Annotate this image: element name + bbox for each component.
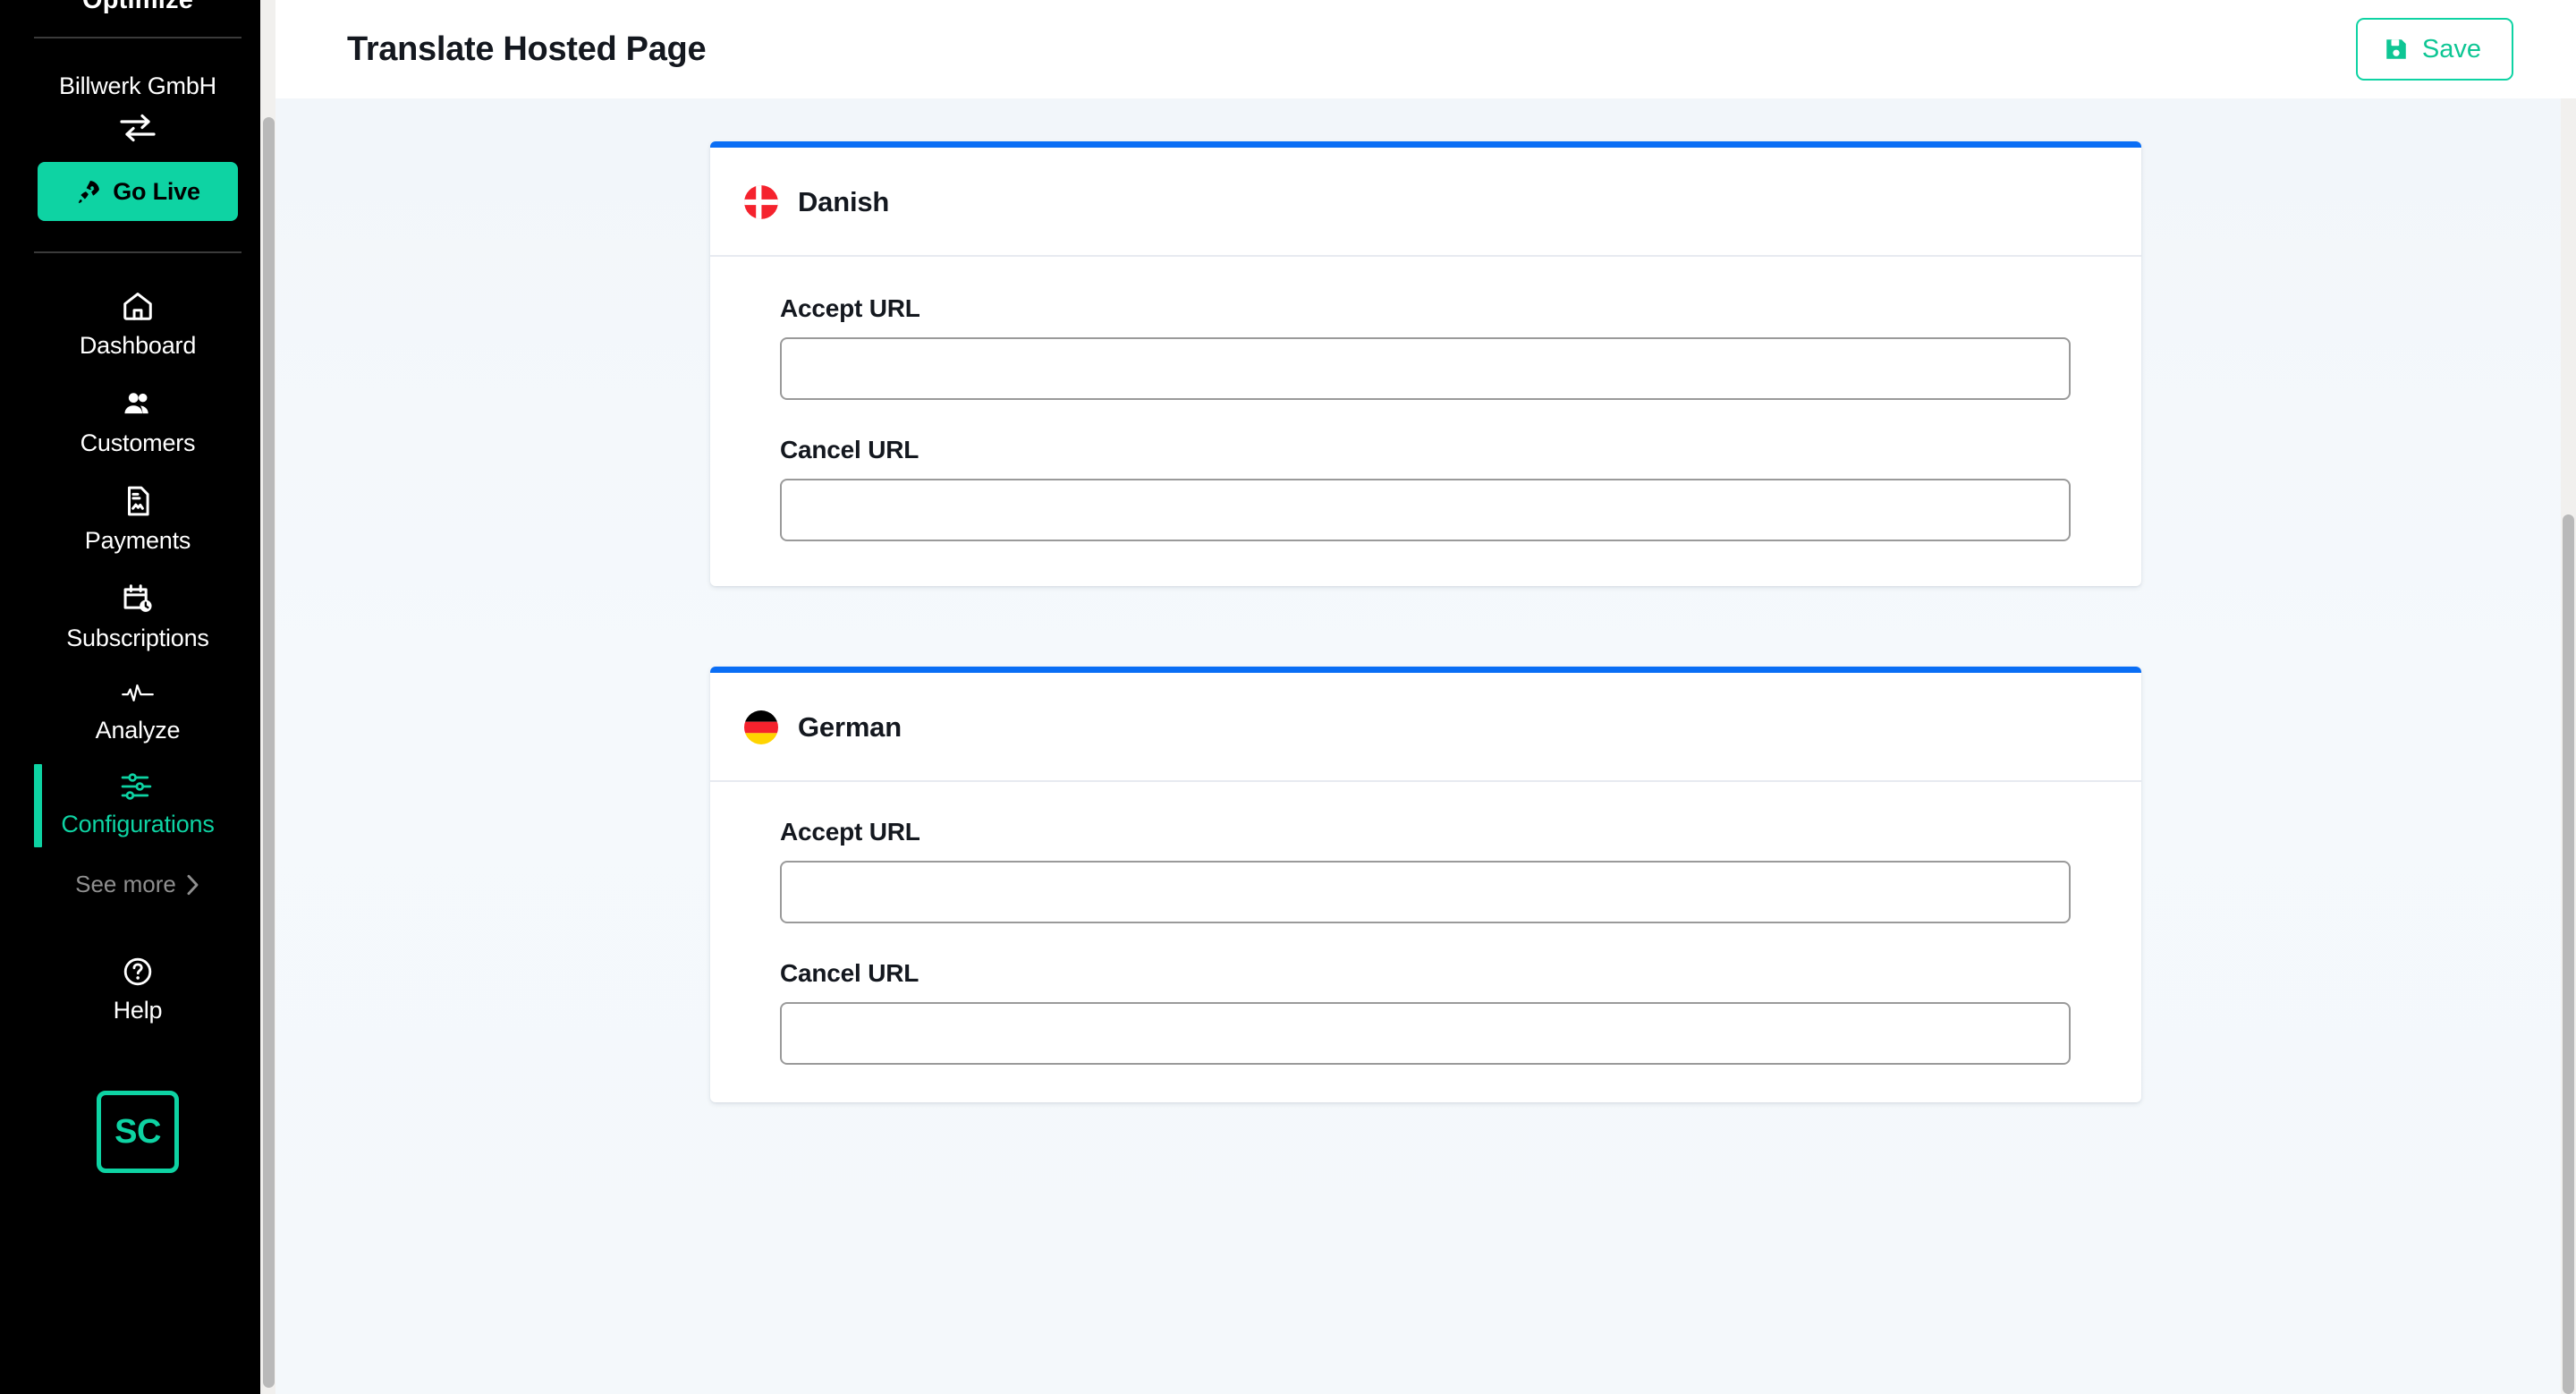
accept-url-input[interactable] (780, 861, 2071, 923)
sidebar-brand-optimize: Optimize (81, 0, 194, 14)
save-button[interactable]: Save (2355, 18, 2513, 81)
top-bar-actions: Save (2355, 18, 2513, 81)
language-cards-list: Danish Accept URL Cancel URL German Acce… (275, 98, 2576, 1102)
flag-denmark-icon (744, 185, 778, 219)
account-badge[interactable]: SC (97, 1091, 179, 1173)
accept-url-input[interactable] (780, 337, 2071, 400)
language-name: German (798, 711, 902, 743)
sidebar-item-dashboard[interactable]: Dashboard (0, 275, 275, 372)
card-header: German (710, 673, 2141, 782)
content-scroll-region: Danish Accept URL Cancel URL German Acce… (275, 98, 2576, 1394)
swap-arrows-icon[interactable] (120, 113, 156, 148)
sidebar-content: Optimize Billwerk GmbH Go Live Dashboard… (0, 0, 275, 1227)
field-label: Cancel URL (780, 436, 919, 463)
calendar-clock-icon (121, 582, 155, 616)
sidebar-item-label: Customers (80, 429, 196, 456)
see-more-button[interactable]: See more (75, 871, 200, 898)
sidebar-item-label: Configurations (61, 811, 215, 837)
home-icon (121, 289, 155, 323)
users-icon (121, 387, 155, 421)
sidebar: Optimize Billwerk GmbH Go Live Dashboard… (0, 0, 275, 1394)
sidebar-item-label: Help (113, 997, 163, 1024)
card-body: Accept URL Cancel URL (710, 257, 2141, 586)
sidebar-divider-top (34, 37, 242, 38)
sidebar-item-subscriptions[interactable]: Subscriptions (0, 567, 275, 665)
floppy-disk-icon (2383, 36, 2410, 63)
sidebar-item-label: Analyze (95, 717, 181, 744)
flag-germany-icon (744, 710, 778, 744)
field-group-accept-url: Accept URL (780, 294, 2102, 400)
sidebar-nav: Dashboard Customers Payments Subscriptio… (0, 275, 275, 851)
sidebar-scrollbar-thumb[interactable] (263, 117, 275, 1388)
field-label: Accept URL (780, 294, 920, 322)
sidebar-item-configurations[interactable]: Configurations (0, 757, 275, 851)
see-more-label: See more (75, 871, 176, 897)
cancel-url-input[interactable] (780, 479, 2071, 541)
go-live-label: Go Live (113, 177, 200, 205)
chevron-right-icon (185, 873, 200, 897)
app-root: Optimize Billwerk GmbH Go Live Dashboard… (0, 0, 2576, 1394)
field-label: Accept URL (780, 818, 920, 846)
sidebar-item-payments[interactable]: Payments (0, 470, 275, 567)
main-area: Translate Hosted Page Save Danish Accept… (275, 0, 2576, 1394)
field-label: Cancel URL (780, 959, 919, 987)
sidebar-item-label: Dashboard (79, 332, 197, 359)
card-header: Danish (710, 148, 2141, 257)
field-group-cancel-url: Cancel URL (780, 436, 2102, 541)
page-title: Translate Hosted Page (347, 30, 707, 68)
main-scrollbar-thumb[interactable] (2563, 514, 2574, 1394)
sidebar-item-customers[interactable]: Customers (0, 372, 275, 470)
sidebar-divider-middle (34, 251, 242, 253)
sidebar-item-label: Payments (84, 527, 191, 554)
pulse-icon (121, 679, 155, 708)
organization-name: Billwerk GmbH (59, 72, 216, 99)
language-card-german: German Accept URL Cancel URL (710, 667, 2141, 1102)
question-circle-icon (122, 956, 154, 988)
go-live-button[interactable]: Go Live (38, 162, 238, 221)
sidebar-item-label: Subscriptions (66, 625, 209, 651)
cancel-url-input[interactable] (780, 1002, 2071, 1065)
save-label: Save (2421, 34, 2481, 64)
document-chart-icon (121, 484, 155, 518)
card-body: Accept URL Cancel URL (710, 782, 2141, 1102)
field-group-cancel-url: Cancel URL (780, 959, 2102, 1065)
language-name: Danish (798, 186, 890, 217)
sidebar-item-analyze[interactable]: Analyze (0, 665, 275, 757)
sidebar-item-help[interactable]: Help (0, 941, 275, 1037)
top-bar: Translate Hosted Page Save (275, 0, 2576, 98)
rocket-icon (75, 178, 102, 205)
field-group-accept-url: Accept URL (780, 818, 2102, 923)
language-card-danish: Danish Accept URL Cancel URL (710, 141, 2141, 586)
sliders-icon (120, 771, 156, 802)
